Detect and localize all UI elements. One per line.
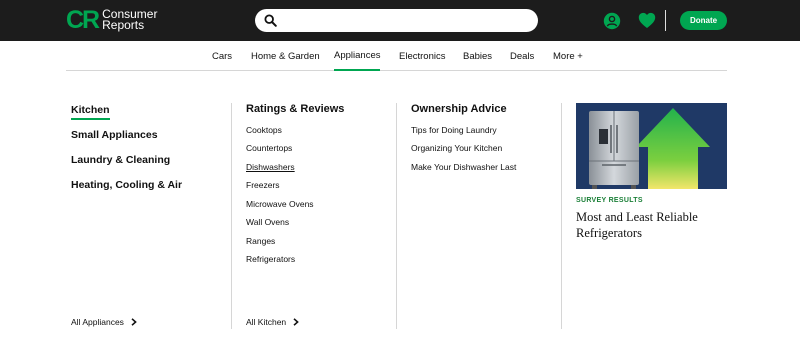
nav-item-babies[interactable]: Babies [463, 41, 492, 71]
category-heating-cooling-air[interactable]: Heating, Cooling & Air [71, 179, 182, 191]
all-appliances-link[interactable]: All Appliances [71, 317, 137, 327]
all-appliances-label: All Appliances [71, 317, 124, 327]
link-wall-ovens[interactable]: Wall Ovens [246, 217, 289, 227]
nav-item-more[interactable]: More + [553, 41, 583, 71]
category-small-appliances[interactable]: Small Appliances [71, 129, 158, 141]
search-icon[interactable] [255, 9, 285, 32]
link-refrigerators[interactable]: Refrigerators [246, 254, 295, 264]
column-divider [396, 103, 397, 329]
top-bar: CR Consumer Reports Donate [0, 0, 800, 41]
logo-wordmark: Consumer Reports [102, 8, 162, 32]
ratings-reviews-heading: Ratings & Reviews [246, 103, 345, 115]
search-bar[interactable] [255, 9, 538, 32]
all-kitchen-label: All Kitchen [246, 317, 287, 327]
search-input[interactable] [285, 10, 538, 31]
link-organizing-kitchen[interactable]: Organizing Your Kitchen [411, 143, 502, 153]
link-freezers[interactable]: Freezers [246, 180, 280, 190]
account-icon[interactable] [603, 12, 621, 30]
nav-item-cars[interactable]: Cars [212, 41, 232, 71]
chevron-right-icon [293, 318, 299, 326]
link-dishwashers[interactable]: Dishwashers [246, 162, 295, 172]
active-underline [71, 118, 110, 120]
promo-eyebrow: SURVEY RESULTS [576, 197, 643, 204]
link-cooktops[interactable]: Cooktops [246, 125, 282, 135]
primary-nav: Cars Home & Garden Appliances Electronic… [66, 41, 727, 71]
column-divider [561, 103, 562, 329]
nav-item-deals[interactable]: Deals [510, 41, 534, 71]
header-divider [665, 10, 666, 31]
link-ranges[interactable]: Ranges [246, 236, 275, 246]
logo-line-2: Reports [102, 18, 145, 32]
promo-title-link[interactable]: Most and Least Reliable Refrigerators [576, 209, 726, 241]
chevron-right-icon [131, 318, 137, 326]
nav-item-home-garden[interactable]: Home & Garden [251, 41, 320, 71]
category-label: Kitchen [71, 104, 110, 116]
nav-item-appliances[interactable]: Appliances [334, 41, 381, 71]
link-tips-doing-laundry[interactable]: Tips for Doing Laundry [411, 125, 497, 135]
nav-item-electronics[interactable]: Electronics [399, 41, 445, 71]
consumer-reports-logo[interactable]: CR Consumer Reports [66, 7, 162, 33]
ownership-advice-heading: Ownership Advice [411, 103, 507, 115]
category-kitchen[interactable]: Kitchen [71, 104, 110, 120]
link-microwave-ovens[interactable]: Microwave Ovens [246, 199, 314, 209]
refrigerator-promo-image[interactable] [576, 103, 727, 189]
logo-mark: CR [66, 6, 100, 34]
category-laundry-cleaning[interactable]: Laundry & Cleaning [71, 154, 170, 166]
column-divider [231, 103, 232, 329]
heart-icon[interactable] [638, 12, 656, 29]
link-countertops[interactable]: Countertops [246, 143, 292, 153]
link-dishwasher-last[interactable]: Make Your Dishwasher Last [411, 162, 516, 172]
donate-button[interactable]: Donate [680, 11, 727, 30]
all-kitchen-link[interactable]: All Kitchen [246, 317, 299, 327]
